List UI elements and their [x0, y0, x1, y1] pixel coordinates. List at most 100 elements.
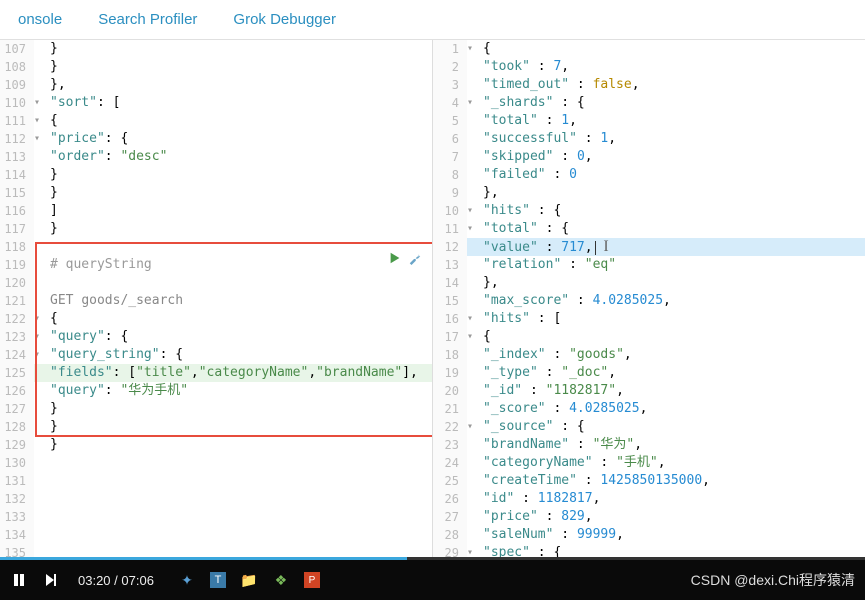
next-button[interactable] [40, 569, 62, 591]
fold-icon[interactable] [34, 76, 44, 94]
code-line[interactable]: 108 } [0, 58, 432, 76]
code-line[interactable]: 12 "value" : 717, I [433, 238, 865, 256]
code-line[interactable]: 123▾ "query": { [0, 328, 432, 346]
fold-icon[interactable] [467, 58, 477, 76]
fold-icon[interactable] [34, 274, 44, 292]
fold-icon[interactable] [467, 508, 477, 526]
fold-icon[interactable] [467, 256, 477, 274]
fold-icon[interactable] [467, 130, 477, 148]
code-line[interactable]: 130 [0, 454, 432, 472]
code-line[interactable]: 6 "successful" : 1, [433, 130, 865, 148]
code-line[interactable]: 15 "max_score" : 4.0285025, [433, 292, 865, 310]
folder-icon[interactable]: 📁 [240, 571, 258, 589]
fold-icon[interactable] [34, 400, 44, 418]
code-line[interactable]: 112▾ "price": { [0, 130, 432, 148]
code-line[interactable]: 111▾ { [0, 112, 432, 130]
fold-icon[interactable] [34, 454, 44, 472]
code-line[interactable]: 1▾{ [433, 40, 865, 58]
fold-icon[interactable]: ▾ [467, 40, 477, 58]
code-line[interactable]: 10▾ "hits" : { [433, 202, 865, 220]
fold-icon[interactable] [34, 148, 44, 166]
app-icon-2[interactable]: T [210, 572, 226, 588]
code-line[interactable]: 128 } [0, 418, 432, 436]
code-line[interactable]: 116] [0, 202, 432, 220]
fold-icon[interactable]: ▾ [34, 94, 44, 112]
fold-icon[interactable] [467, 436, 477, 454]
fold-icon[interactable] [467, 472, 477, 490]
fold-icon[interactable]: ▾ [34, 346, 44, 364]
code-line[interactable]: 133 [0, 508, 432, 526]
code-line[interactable]: 125 "fields": ["title","categoryName","b… [0, 364, 432, 382]
tab-search-profiler[interactable]: Search Profiler [80, 1, 215, 38]
fold-icon[interactable]: ▾ [34, 130, 44, 148]
fold-icon[interactable] [34, 364, 44, 382]
code-line[interactable]: 21 "_score" : 4.0285025, [433, 400, 865, 418]
fold-icon[interactable] [34, 292, 44, 310]
code-line[interactable]: 115 } [0, 184, 432, 202]
fold-icon[interactable] [34, 220, 44, 238]
code-line[interactable]: 120 [0, 274, 432, 292]
code-line[interactable]: 13 "relation" : "eq" [433, 256, 865, 274]
code-line[interactable]: 20 "_id" : "1182817", [433, 382, 865, 400]
fold-icon[interactable] [34, 202, 44, 220]
fold-icon[interactable] [467, 274, 477, 292]
fold-icon[interactable] [467, 112, 477, 130]
fold-icon[interactable] [34, 382, 44, 400]
fold-icon[interactable] [467, 526, 477, 544]
code-line[interactable]: 8 "failed" : 0 [433, 166, 865, 184]
fold-icon[interactable]: ▾ [34, 112, 44, 130]
fold-icon[interactable] [467, 76, 477, 94]
code-line[interactable]: 9 }, [433, 184, 865, 202]
code-line[interactable]: 124▾ "query_string": { [0, 346, 432, 364]
code-line[interactable]: 127 } [0, 400, 432, 418]
fold-icon[interactable] [34, 526, 44, 544]
code-line[interactable]: 110▾"sort": [ [0, 94, 432, 112]
fold-icon[interactable]: ▾ [34, 328, 44, 346]
fold-icon[interactable] [34, 238, 44, 256]
fold-icon[interactable] [34, 508, 44, 526]
code-line[interactable]: 119# queryString [0, 256, 432, 274]
tab-console[interactable]: onsole [0, 1, 80, 38]
code-line[interactable]: 22▾ "_source" : { [433, 418, 865, 436]
code-line[interactable]: 16▾ "hits" : [ [433, 310, 865, 328]
code-line[interactable]: 28 "saleNum" : 99999, [433, 526, 865, 544]
code-line[interactable]: 114 } [0, 166, 432, 184]
fold-icon[interactable] [467, 148, 477, 166]
code-line[interactable]: 25 "createTime" : 1425850135000, [433, 472, 865, 490]
app-icon-3[interactable]: ❖ [272, 571, 290, 589]
code-line[interactable]: 107 } [0, 40, 432, 58]
fold-icon[interactable] [467, 400, 477, 418]
fold-icon[interactable] [467, 382, 477, 400]
fold-icon[interactable] [34, 472, 44, 490]
code-line[interactable]: 4▾ "_shards" : { [433, 94, 865, 112]
code-line[interactable]: 26 "id" : 1182817, [433, 490, 865, 508]
code-line[interactable]: 17▾ { [433, 328, 865, 346]
fold-icon[interactable] [467, 490, 477, 508]
fold-icon[interactable] [34, 166, 44, 184]
fold-icon[interactable]: ▾ [467, 202, 477, 220]
fold-icon[interactable] [34, 58, 44, 76]
code-line[interactable]: 113 "order": "desc" [0, 148, 432, 166]
code-line[interactable]: 129} [0, 436, 432, 454]
pause-button[interactable] [8, 569, 30, 591]
fold-icon[interactable] [34, 256, 44, 274]
fold-icon[interactable]: ▾ [34, 310, 44, 328]
code-line[interactable]: 134 [0, 526, 432, 544]
code-line[interactable]: 18 "_index" : "goods", [433, 346, 865, 364]
fold-icon[interactable] [467, 166, 477, 184]
fold-icon[interactable] [467, 292, 477, 310]
fold-icon[interactable]: ▾ [467, 310, 477, 328]
code-line[interactable]: 118 [0, 238, 432, 256]
fold-icon[interactable] [467, 454, 477, 472]
code-line[interactable]: 5 "total" : 1, [433, 112, 865, 130]
fold-icon[interactable]: ▾ [467, 418, 477, 436]
code-line[interactable]: 7 "skipped" : 0, [433, 148, 865, 166]
code-line[interactable]: 19 "_type" : "_doc", [433, 364, 865, 382]
code-line[interactable]: 2 "took" : 7, [433, 58, 865, 76]
fold-icon[interactable] [467, 346, 477, 364]
code-line[interactable]: 109}, [0, 76, 432, 94]
code-line[interactable]: 27 "price" : 829, [433, 508, 865, 526]
fold-icon[interactable] [34, 490, 44, 508]
code-line[interactable]: 3 "timed_out" : false, [433, 76, 865, 94]
response-viewer[interactable]: 1▾{2 "took" : 7,3 "timed_out" : false,4▾… [433, 40, 865, 560]
